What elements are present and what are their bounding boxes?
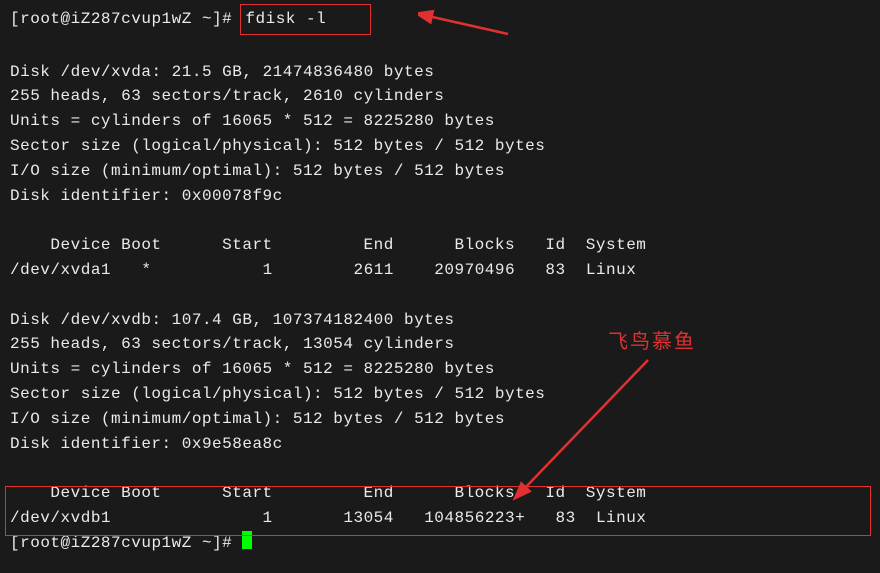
blank-line [10, 283, 870, 308]
prompt-path: ~ [202, 10, 212, 28]
command-highlight-box: fdisk -l [240, 4, 371, 35]
watermark-text: 飞鸟慕鱼 [608, 327, 696, 358]
prompt-user: root [20, 10, 60, 28]
prompt-open: [ [10, 10, 20, 28]
disk1-sector: Sector size (logical/physical): 512 byte… [10, 382, 870, 407]
disk0-units: Units = cylinders of 16065 * 512 = 82252… [10, 109, 870, 134]
disk1-io: I/O size (minimum/optimal): 512 bytes / … [10, 407, 870, 432]
disk0-geom: 255 heads, 63 sectors/track, 2610 cylind… [10, 84, 870, 109]
blank-line [10, 456, 870, 481]
partition-highlight-box [5, 486, 871, 536]
command-text: fdisk -l [245, 10, 326, 28]
disk0-ident: Disk identifier: 0x00078f9c [10, 184, 870, 209]
prompt-symbol: # [222, 10, 232, 28]
blank-line [10, 35, 870, 60]
disk1-geom: 255 heads, 63 sectors/track, 13054 cylin… [10, 332, 870, 357]
disk1-units: Units = cylinders of 16065 * 512 = 82252… [10, 357, 870, 382]
disk0-sector: Sector size (logical/physical): 512 byte… [10, 134, 870, 159]
disk1-header: Disk /dev/xvdb: 107.4 GB, 107374182400 b… [10, 308, 870, 333]
disk0-header: Disk /dev/xvda: 21.5 GB, 21474836480 byt… [10, 60, 870, 85]
prompt-line-1: [root@iZ287cvup1wZ ~]# fdisk -l [10, 4, 870, 35]
disk0-table-header: Device Boot Start End Blocks Id System [10, 233, 870, 258]
disk1-ident: Disk identifier: 0x9e58ea8c [10, 432, 870, 457]
prompt-host: iZ287cvup1wZ [71, 10, 192, 28]
disk0-row0: /dev/xvda1 * 1 2611 20970496 83 Linux [10, 258, 870, 283]
blank-line [10, 208, 870, 233]
disk0-io: I/O size (minimum/optimal): 512 bytes / … [10, 159, 870, 184]
